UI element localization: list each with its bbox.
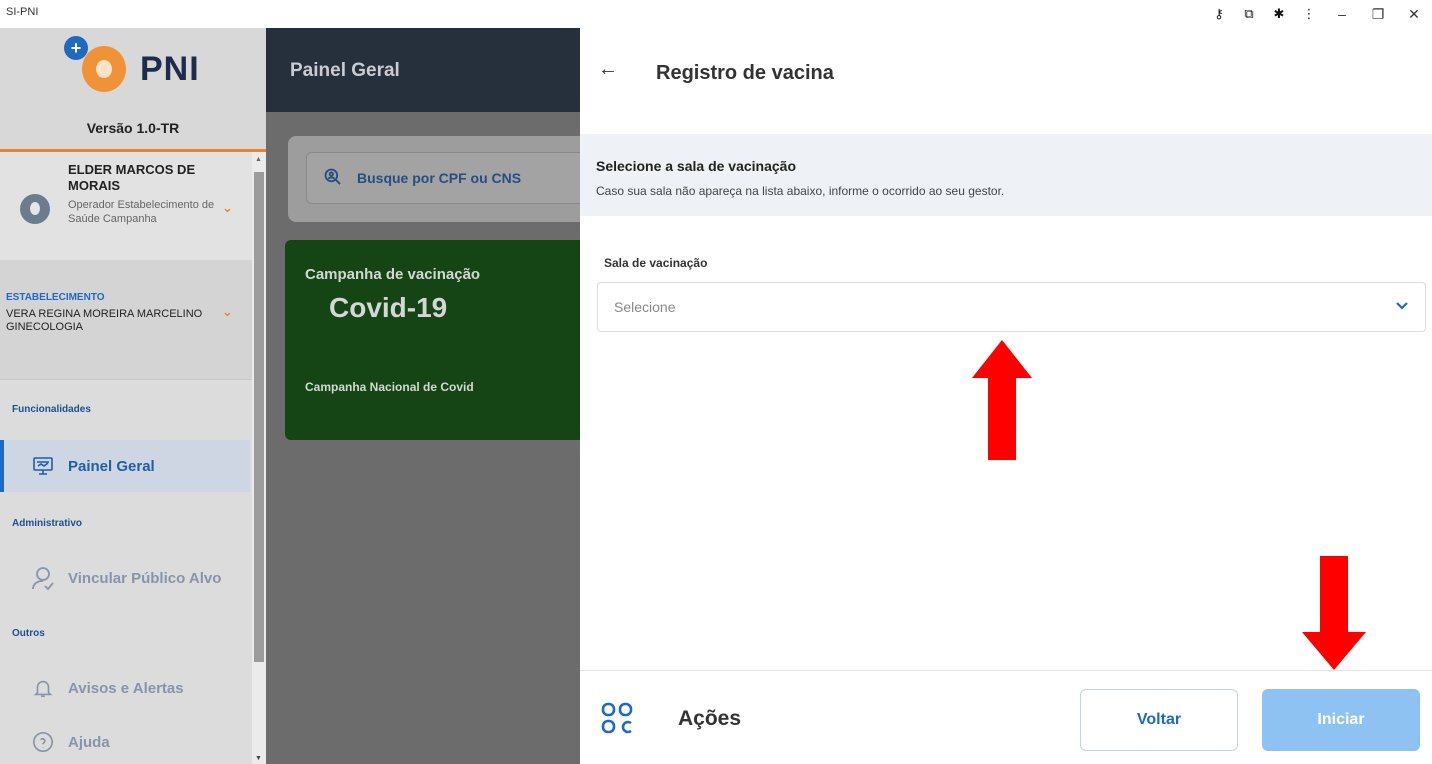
window-titlebar: SI-PNI ⚷ ⧉ ✱ ⋮ – ❐ ✕ — [0, 0, 1432, 28]
page-title: Painel Geral — [290, 60, 400, 81]
window-title: SI-PNI — [6, 6, 39, 18]
sidebar-scrollbar[interactable]: ▲ ▼ — [252, 152, 266, 764]
logo-text: PNI — [140, 50, 200, 88]
info-text: Caso sua sala não apareça na lista abaix… — [596, 184, 1005, 198]
select-placeholder: Selecione — [614, 299, 676, 315]
section-administrativo: Administrativo — [12, 518, 83, 529]
plus-badge-icon: + — [64, 36, 88, 60]
pni-logo-icon — [82, 46, 126, 92]
start-button[interactable]: Iniciar — [1262, 689, 1420, 751]
campaign-label: Campanha de vacinação — [305, 266, 481, 283]
section-funcionalidades: Funcionalidades — [12, 404, 91, 415]
annotation-arrow-down-icon — [1302, 556, 1366, 670]
minimize-icon[interactable]: – — [1324, 6, 1360, 22]
back-button[interactable]: Voltar — [1080, 689, 1238, 751]
avatar — [20, 194, 50, 224]
more-icon[interactable]: ⋮ — [1294, 6, 1324, 22]
sidebar-item-label: Vincular Público Alvo — [68, 569, 222, 587]
restore-icon[interactable]: ❐ — [1360, 6, 1396, 23]
actions-grid-icon — [600, 701, 634, 735]
scroll-up-icon[interactable]: ▲ — [255, 156, 262, 163]
search-person-icon — [323, 167, 343, 190]
establishment-label: ESTABELECIMENTO — [6, 292, 105, 303]
presentation-board-icon — [30, 453, 56, 479]
chevron-down-icon[interactable] — [1395, 299, 1409, 314]
back-arrow-icon[interactable]: ← — [598, 58, 618, 81]
sidebar-item-avisos-alertas[interactable]: Avisos e Alertas — [0, 662, 250, 714]
vaccination-room-select[interactable]: Selecione — [597, 282, 1426, 332]
chevron-down-icon[interactable]: ⌄ — [222, 304, 233, 320]
sidebar-item-label: Avisos e Alertas — [68, 679, 184, 697]
brand-header: + PNI Versão 1.0-TR — [0, 28, 266, 152]
annotation-arrow-up-icon — [972, 340, 1032, 460]
main-dashboard: Painel Geral Busque por CPF ou CNS Campa… — [266, 28, 580, 764]
help-icon — [30, 729, 56, 755]
info-banner: Selecione a sala de vacinação Caso sua s… — [580, 134, 1432, 216]
chevron-down-icon[interactable]: ⌄ — [222, 200, 233, 216]
scroll-down-icon[interactable]: ▼ — [255, 755, 262, 762]
sidebar-item-label: Painel Geral — [68, 457, 155, 475]
search-placeholder: Busque por CPF ou CNS — [357, 170, 522, 186]
search-input[interactable]: Busque por CPF ou CNS — [306, 152, 580, 204]
campaign-description: Campanha Nacional de Covid — [305, 380, 474, 394]
user-name: ELDER MARCOS DE MORAIS — [68, 162, 196, 193]
sidebar-item-painel-geral[interactable]: Painel Geral — [0, 440, 250, 492]
close-icon[interactable]: ✕ — [1396, 6, 1432, 23]
panel-header: ← Registro de vacina — [580, 28, 1432, 134]
user-role: Operador Estabelecimento de Saúde Campan… — [68, 199, 215, 225]
app-version: Versão 1.0-TR — [86, 120, 180, 136]
establishment-selector[interactable]: ESTABELECIMENTO VERA REGINA MOREIRA MARC… — [0, 260, 266, 380]
campaign-card[interactable]: Campanha de vacinação Covid-19 Campanha … — [285, 240, 580, 440]
panel-title: Registro de vacina — [656, 62, 834, 84]
actions-label: Ações — [678, 707, 742, 730]
bell-icon — [30, 675, 56, 701]
translate-icon[interactable]: ⧉ — [1234, 6, 1264, 22]
sidebar: + PNI Versão 1.0-TR ELDER MARCOS DE MORA… — [0, 28, 266, 764]
titlebar-controls: ⚷ ⧉ ✱ ⋮ – ❐ ✕ — [1204, 0, 1432, 28]
sidebar-item-vincular-publico-alvo[interactable]: Vincular Público Alvo — [0, 552, 250, 604]
sidebar-item-label: Ajuda — [68, 733, 110, 751]
campaign-name: Covid-19 — [329, 292, 448, 323]
extensions-icon[interactable]: ✱ — [1264, 6, 1294, 22]
user-check-icon — [30, 565, 56, 591]
field-label: Sala de vacinação — [604, 256, 708, 270]
panel-footer: Ações Voltar Iniciar — [580, 670, 1432, 764]
establishment-name: VERA REGINA MOREIRA MARCELINO GINECOLOGI… — [6, 308, 203, 333]
user-profile[interactable]: ELDER MARCOS DE MORAIS Operador Estabele… — [0, 152, 266, 260]
section-outros: Outros — [12, 628, 45, 639]
key-icon[interactable]: ⚷ — [1204, 6, 1234, 22]
sidebar-item-ajuda[interactable]: Ajuda — [0, 716, 250, 764]
scrollbar-thumb[interactable] — [254, 172, 264, 662]
info-heading: Selecione a sala de vacinação — [596, 158, 797, 174]
